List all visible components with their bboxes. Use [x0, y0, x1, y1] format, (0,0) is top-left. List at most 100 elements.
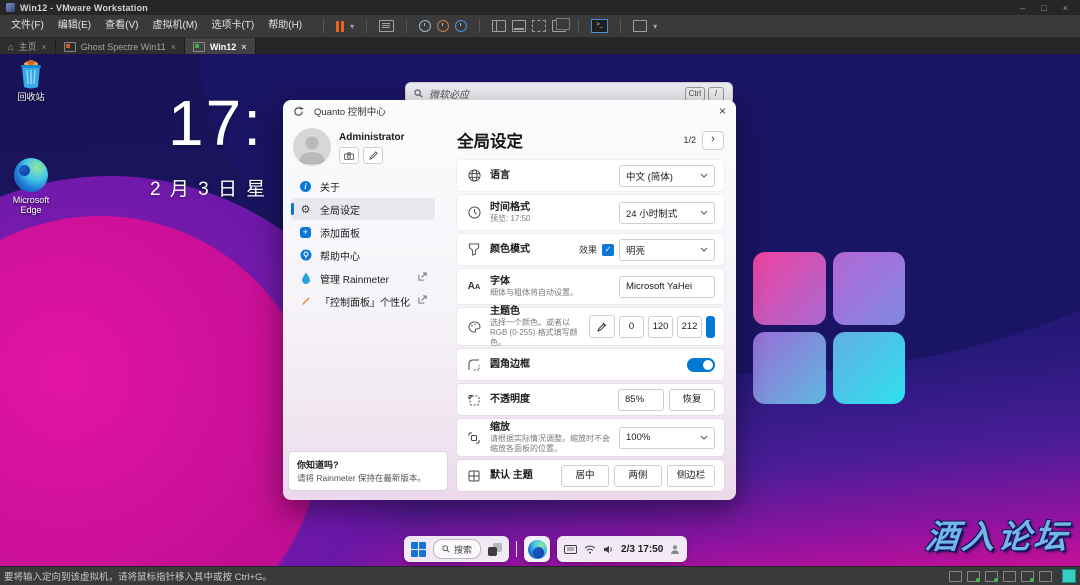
show-thumbnail-bar-icon[interactable] [512, 20, 526, 32]
profile-name: Administrator [339, 132, 405, 143]
send-ctrl-alt-del-icon[interactable] [379, 20, 394, 32]
tab-close-icon[interactable] [171, 42, 176, 52]
eyedropper-button[interactable] [589, 315, 615, 338]
scale-dropdown[interactable]: 100% [619, 427, 715, 449]
sidebar-item-manage-rainmeter[interactable]: 管理 Rainmeter [291, 267, 435, 289]
pencil-icon [369, 151, 378, 160]
sound-device-icon[interactable] [1039, 571, 1052, 582]
volume-icon[interactable] [603, 545, 614, 554]
dropdown-value: 明亮 [626, 243, 645, 257]
time-format-dropdown[interactable]: 24 小时制式 [619, 202, 715, 224]
close-icon[interactable] [719, 105, 726, 117]
fullscreen-icon[interactable] [532, 20, 546, 32]
revert-snapshot-icon[interactable] [437, 20, 449, 32]
unity-mode-icon[interactable] [552, 20, 566, 32]
brush-icon [299, 295, 312, 308]
external-link-icon [418, 295, 427, 307]
menu-vm[interactable]: 虚拟机(M) [145, 15, 204, 37]
minimize-button[interactable] [1020, 3, 1025, 13]
sidebar-item-global-settings[interactable]: 全局设定 [291, 198, 435, 220]
sidebar-item-control-panel-personalize[interactable]: 「控制面板」个性化 [291, 290, 435, 312]
taskbar-edge-button[interactable] [524, 536, 550, 562]
change-photo-button[interactable] [339, 147, 359, 164]
take-snapshot-icon[interactable] [419, 20, 431, 32]
desktop-icon-microsoft-edge[interactable]: Microsoft Edge [2, 158, 60, 216]
tab-ghost-spectre-win11[interactable]: Ghost Spectre Win11 [56, 38, 185, 55]
sidebar-item-help-center[interactable]: 帮助中心 [291, 244, 435, 266]
setting-label: 字体 [490, 276, 578, 288]
taskbar: 搜索 2/3 17:50 [404, 536, 687, 562]
setting-row-rounded-corners: 圆角边框 [457, 349, 724, 380]
settings-panel: 全局设定 1/2 语言 中文 (简体) [443, 122, 736, 500]
gear-icon [299, 203, 312, 216]
menu-tabs[interactable]: 选项卡(T) [204, 15, 261, 37]
manage-snapshots-icon[interactable] [455, 20, 467, 32]
windows12-logo [753, 252, 905, 404]
setting-subtext: 请根据实际情况调整。缩放时不会缩放各面板的位置。 [490, 434, 611, 454]
stretch-dropdown-icon[interactable]: ▾ [653, 22, 657, 31]
desktop-icon-recycle-bin[interactable]: 回收站 [2, 59, 60, 102]
effect-checkbox[interactable] [602, 244, 614, 256]
refresh-icon[interactable] [293, 106, 304, 117]
pause-dropdown-icon[interactable]: ▾ [350, 22, 354, 31]
task-view-icon[interactable] [488, 543, 502, 556]
tab-win12[interactable]: Win12 [185, 38, 256, 55]
opacity-input[interactable] [618, 389, 664, 411]
close-button[interactable] [1063, 3, 1068, 13]
taskbar-tray-pill[interactable]: 2/3 17:50 [557, 536, 687, 562]
usb-device-icon[interactable] [1021, 571, 1034, 582]
theme-center-button[interactable]: 居中 [561, 465, 609, 487]
language-dropdown[interactable]: 中文 (简体) [619, 165, 715, 187]
network-adapter-icon[interactable] [985, 571, 998, 582]
maximize-button[interactable] [1041, 3, 1046, 13]
toolbar-separator [578, 19, 579, 33]
taskbar-separator [516, 541, 517, 557]
keyboard-icon[interactable] [564, 545, 577, 554]
tray-datetime[interactable]: 2/3 17:50 [621, 544, 663, 555]
page-title: 全局设定 [457, 128, 523, 152]
theme-both-sides-button[interactable]: 两侧 [614, 465, 662, 487]
user-icon[interactable] [670, 544, 680, 554]
opacity-icon [466, 394, 482, 406]
console-view-icon[interactable]: >_ [591, 19, 608, 33]
stretch-guest-icon[interactable] [633, 20, 647, 32]
font-input[interactable] [619, 276, 715, 298]
rgb-b-input[interactable] [677, 316, 702, 338]
palette-icon [466, 321, 482, 333]
printer-icon[interactable] [1003, 571, 1016, 582]
show-library-icon[interactable] [492, 20, 506, 32]
rgb-r-input[interactable] [619, 316, 644, 338]
menu-file[interactable]: 文件(F) [4, 15, 51, 37]
rename-button[interactable] [363, 147, 383, 164]
menu-view[interactable]: 查看(V) [98, 15, 145, 37]
restore-button[interactable]: 恢复 [669, 389, 715, 411]
setting-subtext: 预览: 17:50 [490, 214, 530, 224]
menu-edit[interactable]: 编辑(E) [51, 15, 98, 37]
start-button[interactable] [411, 542, 426, 557]
color-mode-dropdown[interactable]: 明亮 [619, 239, 715, 261]
hard-disk-icon[interactable] [949, 571, 962, 582]
theme-sidebar-button[interactable]: 侧边栏 [667, 465, 715, 487]
tab-home[interactable]: 主页 [0, 38, 56, 55]
effect-label: 效果 [579, 243, 597, 256]
pause-vm-icon[interactable] [336, 21, 344, 32]
menu-help[interactable]: 帮助(H) [261, 15, 309, 37]
cd-rom-icon[interactable] [967, 571, 980, 582]
taskbar-search[interactable]: 搜索 [433, 539, 481, 559]
shortcut-key-ctrl: Ctrl [685, 87, 705, 101]
sidebar-item-about[interactable]: 关于 [291, 175, 435, 197]
sidebar-item-add-panel[interactable]: 添加面板 [291, 221, 435, 243]
eyedropper-icon [597, 322, 607, 332]
wifi-icon[interactable] [584, 545, 596, 554]
theme-color-swatch[interactable] [706, 316, 715, 338]
tab-close-icon[interactable] [41, 42, 46, 52]
fullscreen-indicator-icon[interactable] [1062, 569, 1076, 583]
rounded-corners-toggle[interactable] [687, 358, 715, 372]
tab-close-icon[interactable] [241, 42, 246, 52]
setting-label: 默认 主题 [490, 470, 533, 482]
control-center-window: Quanto 控制中心 Administrator [283, 100, 736, 500]
avatar[interactable] [293, 128, 331, 166]
next-page-button[interactable] [702, 131, 724, 150]
rgb-g-input[interactable] [648, 316, 673, 338]
search-label: 搜索 [454, 543, 472, 556]
